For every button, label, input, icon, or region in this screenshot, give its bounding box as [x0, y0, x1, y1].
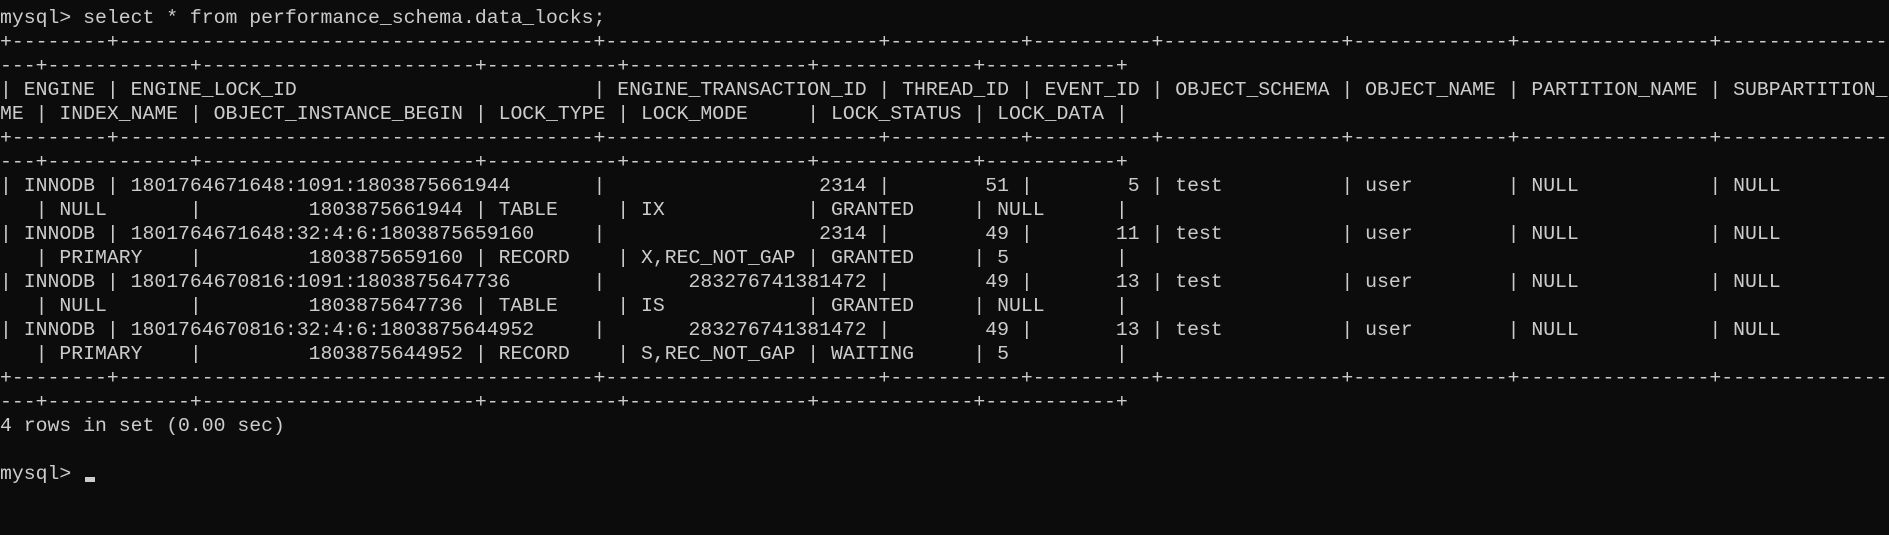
table-border-bottom-wrap: ---+------------+-----------------------…	[0, 391, 1128, 413]
prompt-text: mysql>	[0, 463, 84, 485]
table-row: | INNODB | 1801764670816:1091:1803875647…	[0, 271, 1781, 293]
table-row-wrap: | PRIMARY | 1803875644952 | RECORD | S,R…	[0, 343, 1128, 365]
table-border-top-wrap: ---+------------+-----------------------…	[0, 55, 1128, 77]
table-row: | INNODB | 1801764671648:32:4:6:18038756…	[0, 223, 1781, 245]
table-header-row: | ENGINE | ENGINE_LOCK_ID | ENGINE_TRANS…	[0, 79, 1889, 101]
table-row-wrap: | NULL | 1803875647736 | TABLE | IS | GR…	[0, 295, 1128, 317]
table-border-top: +--------+------------------------------…	[0, 31, 1889, 53]
table-header-row-wrap: ME | INDEX_NAME | OBJECT_INSTANCE_BEGIN …	[0, 103, 1128, 125]
prompt-line[interactable]: mysql>	[0, 462, 1889, 486]
terminal-window[interactable]: mysql> select * from performance_schema.…	[0, 0, 1889, 535]
result-summary: 4 rows in set (0.00 sec)	[0, 415, 285, 437]
table-row: | INNODB | 1801764671648:1091:1803875661…	[0, 175, 1781, 197]
table-row-wrap: | NULL | 1803875661944 | TABLE | IX | GR…	[0, 199, 1128, 221]
table-border-mid-wrap: ---+------------+-----------------------…	[0, 151, 1128, 173]
table-row-wrap: | PRIMARY | 1803875659160 | RECORD | X,R…	[0, 247, 1128, 269]
table-row: | INNODB | 1801764670816:32:4:6:18038756…	[0, 319, 1781, 341]
table-border-bottom: +--------+------------------------------…	[0, 367, 1889, 389]
cursor-icon	[85, 477, 96, 482]
command-line: mysql> select * from performance_schema.…	[0, 7, 606, 29]
table-border-mid: +--------+------------------------------…	[0, 127, 1889, 149]
